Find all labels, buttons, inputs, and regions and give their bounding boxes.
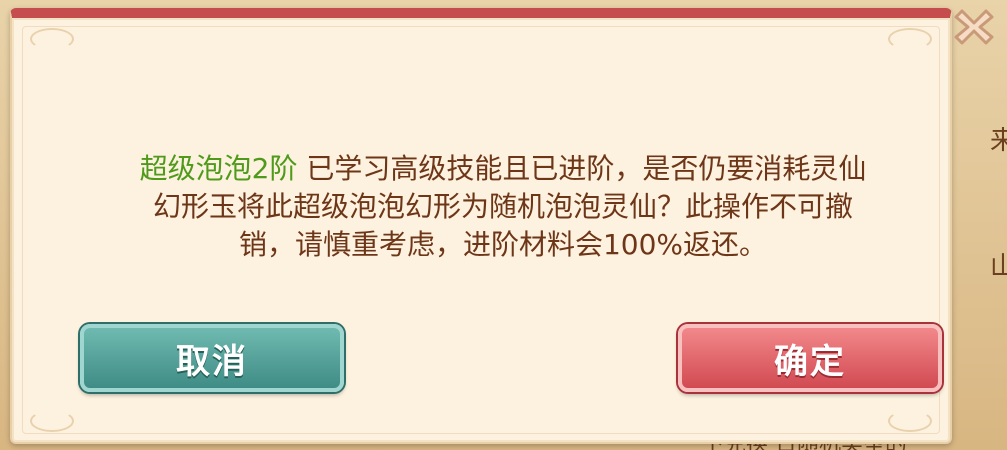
dialog-message: 超级泡泡2阶 已学习高级技能且已进阶，是否仍要消耗灵仙 幻形玉将此超级泡泡幻形为… [72,150,934,264]
corner-ornament [30,410,74,432]
close-button[interactable] [946,0,1002,50]
background-text-fragment: 来 [990,126,1007,156]
close-icon [954,9,994,45]
message-line-2: 幻形玉将此超级泡泡幻形为随机泡泡灵仙？此操作不可撤 [152,190,853,223]
pet-name-highlight: 超级泡泡2阶 [139,152,298,185]
background-text-fragment: 山 [990,252,1007,282]
message-line-3: 销，请慎重考虑，进阶材料会100%返还。 [238,228,768,261]
confirm-button[interactable]: 确定 [678,324,942,392]
corner-ornament [30,28,74,50]
message-line-1: 超级泡泡2阶 已学习高级技能且已进阶，是否仍要消耗灵仙 [72,150,934,188]
corner-ornament [888,410,932,432]
corner-ornament [888,28,932,50]
cancel-button[interactable]: 取消 [80,324,344,392]
confirm-dialog: 超级泡泡2阶 已学习高级技能且已进阶，是否仍要消耗灵仙 幻形玉将此超级泡泡幻形为… [10,8,952,444]
message-text: 已学习高级技能且已进阶，是否仍要消耗灵仙 [297,152,867,185]
